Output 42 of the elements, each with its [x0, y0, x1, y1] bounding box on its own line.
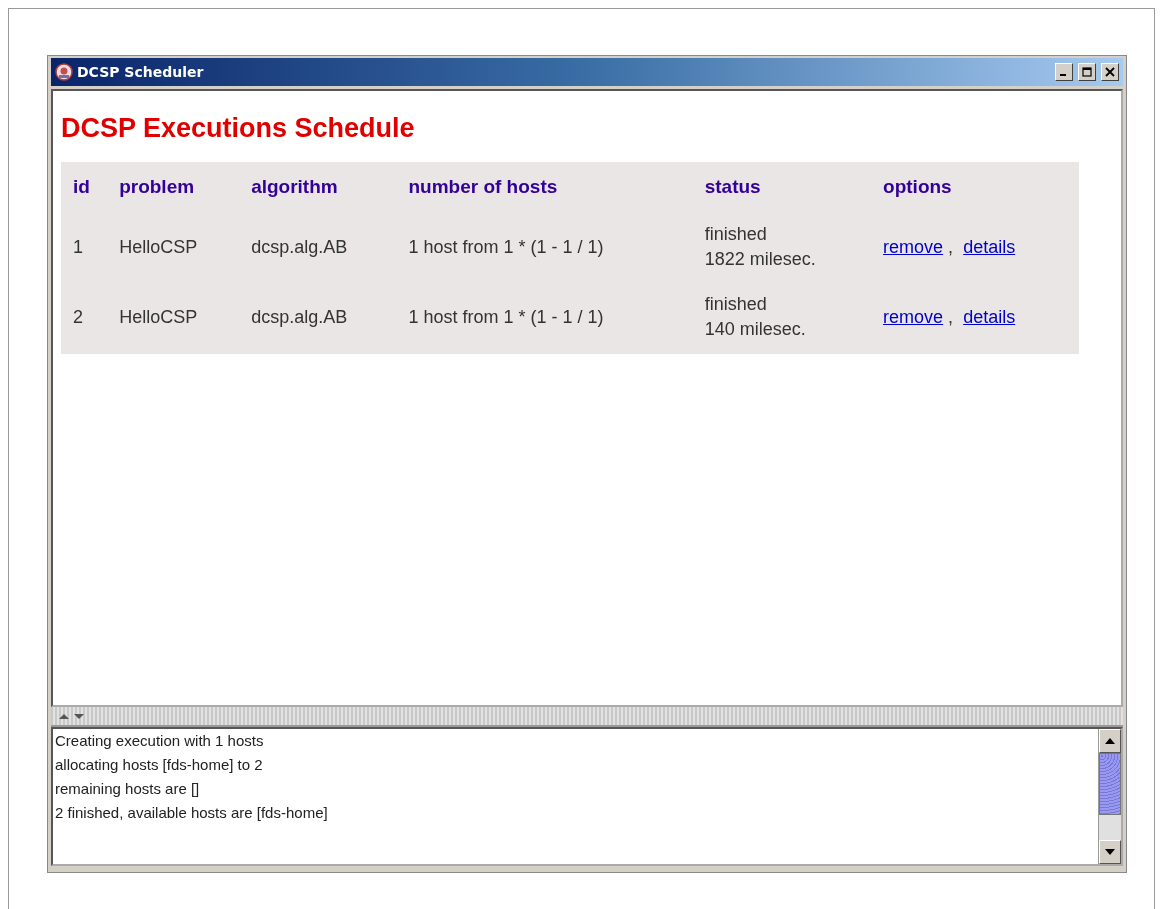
- column-header: problem: [107, 162, 240, 214]
- log-line: remaining hosts are []: [55, 779, 201, 799]
- table-cell: HelloCSP: [107, 284, 240, 354]
- table-cell: 2: [61, 284, 108, 354]
- column-header: status: [692, 162, 872, 214]
- page-heading: DCSP Executions Schedule: [61, 113, 416, 144]
- column-header: options: [871, 162, 1079, 214]
- column-header: number of hosts: [396, 162, 693, 214]
- option-link[interactable]: details: [963, 236, 1016, 257]
- separator-text: ,: [948, 236, 954, 257]
- window-title: DCSP Scheduler: [77, 64, 204, 80]
- table-cell: 1: [61, 214, 108, 284]
- table-cell: dcsp.alg.AB: [239, 284, 397, 354]
- maximize-button[interactable]: [1078, 63, 1096, 81]
- up-arrow-icon[interactable]: [1104, 737, 1116, 745]
- collapse-arrows-icon[interactable]: [57, 712, 87, 720]
- minimize-button[interactable]: [1055, 63, 1073, 81]
- maximize-icon[interactable]: [1082, 67, 1092, 77]
- option-link[interactable]: remove: [883, 306, 944, 327]
- close-icon[interactable]: [1105, 67, 1115, 77]
- status-text: finished: [704, 293, 768, 316]
- scroll-up-button[interactable]: [1099, 729, 1121, 753]
- log-line: 2 finished, available hosts are [fds-home]: [55, 803, 329, 823]
- log-line: Creating execution with 1 hosts: [55, 731, 265, 751]
- column-header: algorithm: [239, 162, 397, 214]
- down-arrow-icon[interactable]: [1104, 848, 1116, 856]
- app-icon: [55, 63, 73, 81]
- option-link[interactable]: details: [963, 306, 1016, 327]
- table-cell: 1 host from 1 * (1 - 1 / 1): [396, 284, 693, 354]
- status-text: finished: [704, 223, 768, 246]
- status-text: 1822 milesec.: [704, 248, 817, 271]
- scroll-down-button[interactable]: [1099, 840, 1121, 864]
- table-cell: HelloCSP: [107, 214, 240, 284]
- scrollbar[interactable]: [1098, 729, 1121, 864]
- log-line: allocating hosts [fds-home] to 2: [55, 755, 264, 775]
- option-link[interactable]: remove: [883, 236, 944, 257]
- close-button[interactable]: [1101, 63, 1119, 81]
- table-cell: dcsp.alg.AB: [239, 214, 397, 284]
- separator-text: ,: [948, 306, 954, 327]
- table-cell: 1 host from 1 * (1 - 1 / 1): [396, 214, 693, 284]
- status-text: 140 milesec.: [704, 318, 807, 341]
- column-header: id: [61, 162, 108, 214]
